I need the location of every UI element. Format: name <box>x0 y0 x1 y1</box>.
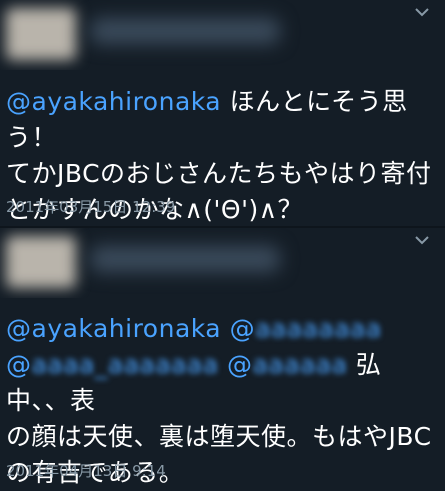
tweet-header <box>0 228 445 298</box>
tweet[interactable]: @ayakahironaka ほんとにそう思う！ てかJBCのおじさんたちもやは… <box>0 0 445 228</box>
tweet-header <box>0 0 445 70</box>
mention-link-blurred[interactable]: aaaa_aaaaaaa <box>32 350 219 379</box>
tweet[interactable]: @ayakahironaka @aaaaaaaa @aaaa_aaaaaaa @… <box>0 228 445 487</box>
chevron-down-icon[interactable] <box>415 236 429 245</box>
avatar[interactable] <box>6 236 76 288</box>
tweet-text-segment: てかJBCのおじさんたちもやはり寄付 <box>6 159 432 188</box>
chevron-down-icon[interactable] <box>415 8 429 17</box>
mention-link[interactable]: @ayakahironaka <box>6 314 221 343</box>
mention-link[interactable]: @ <box>227 350 253 379</box>
tweet-text-segment: の顔は天使、裏は堕天使。もはやJBC <box>6 422 432 451</box>
mention-link[interactable]: @ <box>6 350 32 379</box>
mention-link-blurred[interactable]: aaaaaa <box>252 350 347 379</box>
avatar[interactable] <box>6 8 76 60</box>
mention-link-blurred[interactable]: aaaaaaaa <box>255 314 382 343</box>
mention-link[interactable]: @ayakahironaka <box>6 87 221 116</box>
tweet-timestamp[interactable]: 2011年03月15日 12:39 <box>6 196 175 217</box>
user-name-blurred <box>90 246 280 272</box>
user-name-blurred <box>90 18 280 44</box>
mention-link[interactable]: @ <box>230 314 256 343</box>
tweet-timestamp[interactable]: 2011年04月13日 9:14 <box>6 460 166 481</box>
